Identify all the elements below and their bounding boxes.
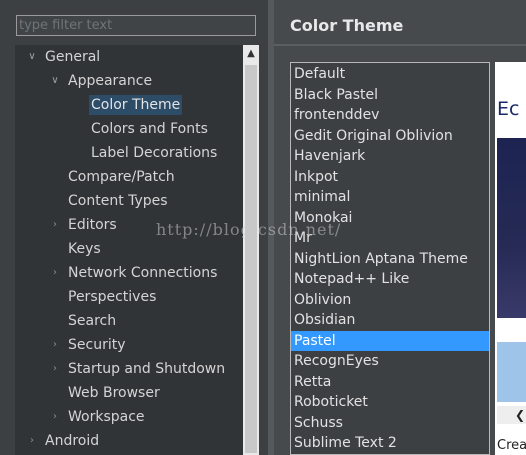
theme-list-item[interactable]: Notepad++ Like <box>291 269 489 289</box>
title-divider <box>274 44 526 46</box>
preferences-nav-panel: ∨ General ∨ Appearance Color Theme Colors and… <box>0 0 268 455</box>
expand-arrow-closed-icon[interactable]: › <box>48 335 62 355</box>
tree-item[interactable]: Colors and Fonts <box>91 119 208 139</box>
tree-item[interactable]: Compare/Patch <box>68 167 175 187</box>
tree-item[interactable]: Android <box>45 431 99 451</box>
theme-list[interactable]: Default Black Pastel frontenddev Gedit Orig… <box>290 62 490 455</box>
theme-list-item[interactable]: Schuss <box>291 413 489 433</box>
tree-item[interactable]: Appearance <box>68 71 152 91</box>
preview-highlight-area <box>497 342 526 402</box>
theme-list-item[interactable]: frontenddev <box>291 105 489 125</box>
scrollbar-thumb[interactable] <box>245 65 257 453</box>
theme-list-item[interactable]: Mr <box>291 228 489 248</box>
expand-arrow-open-icon[interactable]: ∨ <box>25 47 39 67</box>
preview-heading: Ec <box>497 98 520 120</box>
tree-item[interactable]: Search <box>68 311 116 331</box>
tree-item[interactable]: Editors <box>68 215 117 235</box>
theme-list-item[interactable]: NightLion Aptana Theme <box>291 249 489 269</box>
tree-item[interactable]: Keys <box>68 239 101 259</box>
theme-list-item[interactable]: Sublime Text 2 <box>291 433 489 453</box>
preview-code-area <box>497 138 526 318</box>
expand-arrow-closed-icon[interactable]: › <box>48 407 62 427</box>
tree-item[interactable]: Web Browser <box>68 383 160 403</box>
tree-item[interactable]: Security <box>68 335 126 355</box>
expand-arrow-closed-icon[interactable]: › <box>25 431 39 451</box>
expand-arrow-closed-icon[interactable]: › <box>48 263 62 283</box>
expand-arrow-closed-icon[interactable]: › <box>48 215 62 235</box>
preferences-tree[interactable]: ∨ General ∨ Appearance Color Theme Colors and… <box>15 45 243 455</box>
tree-item[interactable]: Startup and Shutdown <box>68 359 225 379</box>
theme-list-item[interactable]: Monokai <box>291 208 489 228</box>
preview-scrollbar[interactable]: ❮ <box>497 406 526 424</box>
theme-list-item[interactable]: Obsidian <box>291 310 489 330</box>
tree-scrollbar[interactable]: ▲ <box>243 45 259 455</box>
preview-caption: Crea <box>497 438 526 453</box>
theme-list-item[interactable]: Black Pastel <box>291 85 489 105</box>
theme-list-item[interactable]: Inkpot <box>291 167 489 187</box>
filter-input[interactable] <box>16 15 256 36</box>
tree-item[interactable]: Network Connections <box>68 263 217 283</box>
color-theme-page: Color Theme Default Black Pastel frontendd… <box>274 0 526 455</box>
tree-item[interactable]: Perspectives <box>68 287 156 307</box>
scroll-left-arrow-icon[interactable]: ❮ <box>515 406 525 424</box>
page-title: Color Theme <box>290 16 404 35</box>
theme-list-item[interactable]: Default <box>291 64 489 84</box>
scroll-up-arrow-icon[interactable]: ▲ <box>243 45 259 63</box>
theme-list-item[interactable]: Oblivion <box>291 290 489 310</box>
expand-arrow-closed-icon[interactable]: › <box>48 359 62 379</box>
theme-list-item[interactable]: Roboticket <box>291 392 489 412</box>
tree-item[interactable]: Label Decorations <box>91 143 217 163</box>
theme-list-item[interactable]: Gedit Original Oblivion <box>291 126 489 146</box>
theme-list-item[interactable]: minimal <box>291 187 489 207</box>
theme-list-item[interactable]: Pastel <box>291 330 489 351</box>
theme-list-item[interactable]: Retta <box>291 372 489 392</box>
tree-item[interactable]: Workspace <box>68 407 145 427</box>
expand-arrow-open-icon[interactable]: ∨ <box>48 71 62 91</box>
tree-item[interactable]: Content Types <box>68 191 168 211</box>
tree-item[interactable]: Color Theme <box>89 95 183 115</box>
tree-item[interactable]: General <box>45 47 100 67</box>
theme-list-item[interactable]: Havenjark <box>291 146 489 166</box>
theme-list-item[interactable]: RecognEyes <box>291 351 489 371</box>
theme-preview: Ec ❮ Crea <box>495 62 526 455</box>
